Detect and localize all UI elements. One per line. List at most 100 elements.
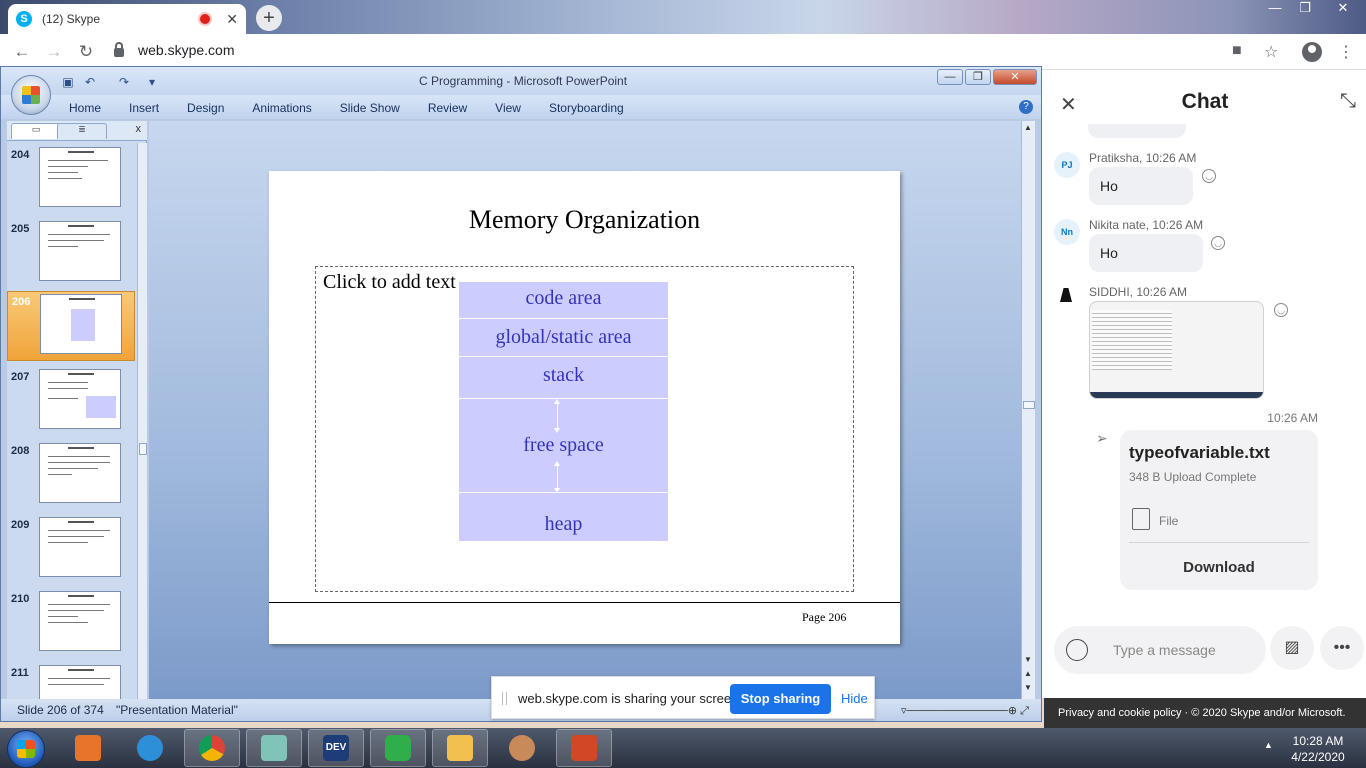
slide-editing-area: Memory Organization Click to add text co… xyxy=(149,121,1021,699)
browser-menu-icon[interactable]: ⋮ xyxy=(1338,42,1354,62)
slide-thumbnail[interactable]: 207 xyxy=(7,367,135,437)
slide-thumbnail[interactable]: 210 xyxy=(7,589,135,659)
ribbon-tab-animations[interactable]: Animations xyxy=(252,101,311,115)
slide-thumbnail[interactable]: 208 xyxy=(7,441,135,511)
camera-icon[interactable]: ■ xyxy=(1232,42,1242,60)
hide-link[interactable]: Hide xyxy=(841,691,868,706)
react-emoji-icon[interactable]: ◡ xyxy=(1202,169,1216,183)
taskbar-notes[interactable] xyxy=(246,729,302,767)
taskbar-powerpoint[interactable] xyxy=(556,729,612,767)
ppt-maximize-button[interactable]: ❐ xyxy=(965,69,991,85)
previous-message-bubble xyxy=(1088,124,1186,138)
taskbar-file-explorer[interactable] xyxy=(432,729,488,767)
bookmark-star-icon[interactable]: ☆ xyxy=(1264,42,1278,62)
react-emoji-icon[interactable]: ◡ xyxy=(1211,236,1225,250)
sent-timestamp: 10:26 AM xyxy=(1267,411,1318,425)
slide-thumbnail-image xyxy=(39,665,121,699)
ribbon-tab-home[interactable]: Home xyxy=(69,101,101,115)
ribbon-tab-storyboarding[interactable]: Storyboarding xyxy=(549,101,624,115)
slides-pane-close-icon[interactable]: x xyxy=(136,123,142,135)
slide-number: 208 xyxy=(11,445,30,457)
minimize-button[interactable]: — xyxy=(1260,0,1290,18)
react-emoji-icon[interactable]: ◡ xyxy=(1274,303,1288,317)
download-button[interactable]: Download xyxy=(1120,559,1318,576)
shared-screenshot-image[interactable] xyxy=(1089,301,1264,399)
paint-palette-icon xyxy=(509,735,535,761)
redo-icon[interactable]: ↷ xyxy=(117,75,131,89)
emoji-icon[interactable] xyxy=(1066,639,1088,661)
taskbar-downloader[interactable] xyxy=(370,729,426,767)
avatar[interactable]: Nn xyxy=(1054,219,1080,245)
system-clock[interactable]: 10:28 AM 4/22/2020 xyxy=(1276,733,1360,765)
reload-icon[interactable]: ↻ xyxy=(76,42,96,62)
memory-diagram[interactable]: code area global/static area stack free … xyxy=(459,282,668,541)
profile-avatar-icon[interactable] xyxy=(1302,42,1322,62)
theme-name: "Presentation Material" xyxy=(116,703,238,717)
slide-number: 204 xyxy=(11,149,30,161)
taskbar-internet-explorer[interactable] xyxy=(122,729,178,767)
slide-thumbnail[interactable]: 205 xyxy=(7,219,135,289)
ribbon-tab-slide-show[interactable]: Slide Show xyxy=(340,101,400,115)
back-icon[interactable]: ← xyxy=(12,42,32,62)
tab-close-icon[interactable]: ✕ xyxy=(226,11,238,28)
save-icon[interactable]: ▣ xyxy=(61,75,75,89)
taskbar-chrome[interactable] xyxy=(184,729,240,767)
slide-thumbnail[interactable]: 211 xyxy=(7,663,135,699)
help-icon[interactable]: ? xyxy=(1019,100,1033,114)
media-player-icon xyxy=(75,735,101,761)
expand-icon[interactable]: ⤡ xyxy=(1340,90,1356,113)
ppt-minimize-button[interactable]: — xyxy=(937,69,963,85)
more-options-button[interactable]: ••• xyxy=(1320,626,1364,670)
start-button[interactable] xyxy=(7,730,45,768)
previous-slide-icon[interactable]: ▲ xyxy=(1024,669,1032,678)
ppt-close-button[interactable]: ✕ xyxy=(993,69,1037,85)
new-tab-button[interactable]: + xyxy=(256,5,282,31)
ribbon-tab-insert[interactable]: Insert xyxy=(129,101,159,115)
scroll-down-icon[interactable]: ▼ xyxy=(1024,655,1032,664)
stop-sharing-button[interactable]: Stop sharing xyxy=(730,684,831,714)
slide-thumbnail-selected[interactable]: 206 xyxy=(7,291,135,361)
ribbon-tab-design[interactable]: Design xyxy=(187,101,224,115)
window-close-button[interactable]: ✕ xyxy=(1320,0,1366,18)
scroll-up-icon[interactable]: ▲ xyxy=(1024,123,1032,132)
slide-scrollbar[interactable]: ▲ ▼ ▲ ▼ xyxy=(1021,121,1035,699)
message-bubble[interactable]: Ho xyxy=(1089,234,1203,272)
next-slide-icon[interactable]: ▼ xyxy=(1024,683,1032,692)
zoom-slider[interactable]: ▿─────────────⊕ ⤢ xyxy=(901,704,1029,718)
slides-tab[interactable]: ▭ xyxy=(11,123,61,139)
quick-access-dropdown-icon[interactable]: ▾ xyxy=(145,75,159,89)
file-message-card[interactable]: typeofvariable.txt 348 B Upload Complete… xyxy=(1120,430,1318,590)
slide-thumbnail[interactable]: 209 xyxy=(7,515,135,585)
undo-icon[interactable]: ↶ xyxy=(83,75,97,89)
taskbar-media-player[interactable] xyxy=(60,729,116,767)
skype-footer[interactable]: Privacy and cookie policy · © 2020 Skype… xyxy=(1044,698,1366,728)
taskbar-paint[interactable] xyxy=(494,729,550,767)
maximize-button[interactable]: ❐ xyxy=(1290,0,1320,18)
powerpoint-window: ▣ ↶ ↷ ▾ C Programming - Microsoft PowerP… xyxy=(0,66,1042,722)
memory-block-heap: heap xyxy=(459,493,668,541)
message-bubble[interactable]: Ho xyxy=(1089,167,1193,205)
current-slide[interactable]: Memory Organization Click to add text co… xyxy=(269,171,900,644)
ribbon-tab-review[interactable]: Review xyxy=(428,101,467,115)
media-gallery-button[interactable]: ▨ xyxy=(1270,626,1314,670)
slide-thumbnail[interactable]: 204 xyxy=(7,145,135,215)
scrollbar-thumb[interactable] xyxy=(1023,401,1035,409)
outline-tab[interactable]: ≣ xyxy=(57,123,107,139)
forward-icon[interactable]: → xyxy=(44,42,64,62)
browser-tab[interactable]: S (12) Skype ✕ xyxy=(8,4,246,34)
ribbon-tab-view[interactable]: View xyxy=(495,101,521,115)
slides-pane-scrollbar[interactable] xyxy=(137,143,147,699)
screenshot-taskbar xyxy=(1090,392,1263,398)
message-composer[interactable]: Type a message xyxy=(1054,626,1266,674)
file-icon xyxy=(1132,508,1150,530)
avatar[interactable] xyxy=(1060,288,1072,302)
message-input-placeholder[interactable]: Type a message xyxy=(1113,642,1216,658)
office-button[interactable] xyxy=(11,75,51,115)
avatar[interactable]: PJ xyxy=(1054,152,1080,178)
tray-expand-icon[interactable]: ▲ xyxy=(1264,740,1273,750)
drag-handle-icon[interactable] xyxy=(502,692,507,705)
taskbar-dev-cpp[interactable]: DEV xyxy=(308,729,364,767)
scrollbar-thumb[interactable] xyxy=(139,443,147,455)
url-field[interactable]: web.skype.com xyxy=(114,41,234,58)
slide-title[interactable]: Memory Organization xyxy=(269,205,900,235)
